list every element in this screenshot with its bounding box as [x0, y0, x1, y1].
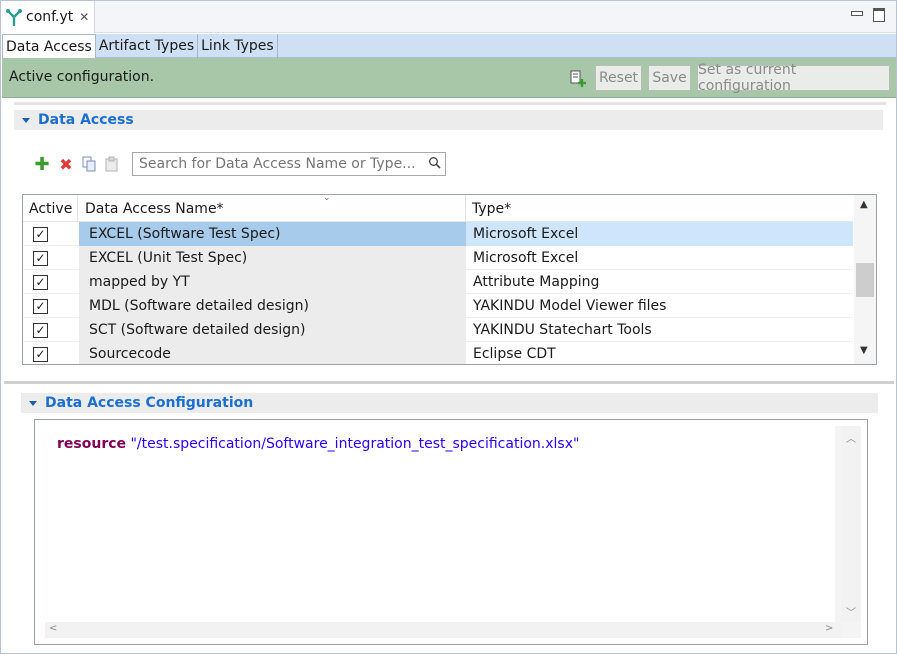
active-checkbox[interactable]: ✓ — [33, 226, 48, 242]
close-icon[interactable]: ✕ — [79, 10, 89, 24]
table-row[interactable]: ✓ MDL (Software detailed design) YAKINDU… — [23, 294, 853, 318]
section-sash[interactable] — [4, 381, 894, 384]
delete-icon[interactable]: ✖ — [58, 155, 74, 174]
active-checkbox[interactable]: ✓ — [33, 346, 48, 362]
name-cell: mapped by YT — [79, 270, 466, 294]
editor-tab-bar: conf.yt ✕ — [1, 1, 896, 33]
collapse-icon[interactable] — [29, 400, 37, 406]
editor-horizontal-scrollbar[interactable]: < > — [45, 622, 841, 638]
active-checkbox[interactable]: ✓ — [33, 298, 48, 314]
copy-icon[interactable] — [81, 156, 97, 172]
name-cell: Sourcecode — [79, 342, 466, 364]
type-cell: YAKINDU Statechart Tools — [473, 322, 652, 338]
editor-window: conf.yt ✕ Data Access Artifact Types Lin… — [0, 0, 897, 654]
page-tabs: Data Access Artifact Types Link Types — [2, 34, 896, 58]
editor-tab-label: conf.yt — [26, 9, 74, 25]
active-cell: ✓ — [23, 318, 58, 342]
scroll-up-icon[interactable]: ︿ — [846, 430, 856, 445]
scroll-up-icon[interactable]: ▲ — [860, 199, 868, 210]
sort-indicator-icon: ⌄ — [323, 194, 331, 203]
table-row[interactable]: ✓ Sourcecode Eclipse CDT — [23, 342, 853, 364]
active-cell: ✓ — [23, 342, 58, 364]
save-button[interactable]: Save — [648, 65, 691, 91]
type-cell: Eclipse CDT — [473, 346, 556, 362]
type-cell: YAKINDU Model Viewer files — [473, 298, 667, 314]
tab-link-types[interactable]: Link Types — [198, 34, 278, 58]
table-row[interactable]: ✓ SCT (Software detailed design) YAKINDU… — [23, 318, 853, 342]
code-keyword: resource — [57, 436, 127, 452]
paste-icon[interactable] — [104, 156, 120, 172]
scroll-down-icon[interactable]: ▼ — [860, 345, 868, 356]
active-cell: ✓ — [23, 294, 58, 318]
config-section-header[interactable]: Data Access Configuration — [21, 393, 878, 413]
table-vertical-scrollbar[interactable]: ▲ ▼ — [854, 195, 876, 364]
section-divider — [14, 102, 886, 105]
table-row[interactable]: ✓ EXCEL (Unit Test Spec) Microsoft Excel — [23, 246, 853, 270]
config-text-area[interactable]: resource "/test.specification/Software_i… — [45, 426, 835, 622]
set-current-configuration-button[interactable]: Set as current configuration — [697, 62, 890, 94]
column-header-name[interactable]: Data Access Name* ⌄ — [79, 195, 466, 222]
table-body: ✓ EXCEL (Software Test Spec) Microsoft E… — [23, 222, 853, 364]
tab-artifact-types[interactable]: Artifact Types — [96, 34, 199, 58]
column-header-active[interactable]: Active — [23, 195, 78, 222]
editor-vertical-scrollbar[interactable]: ︿ ﹀ — [841, 426, 861, 622]
scroll-right-icon[interactable]: > — [825, 623, 833, 634]
minimize-icon[interactable] — [850, 7, 863, 19]
status-banner: Active configuration. Reset Save Set as … — [2, 58, 896, 98]
status-text: Active configuration. — [9, 69, 155, 85]
name-cell: SCT (Software detailed design) — [79, 318, 466, 342]
active-cell: ✓ — [23, 222, 58, 246]
maximize-icon[interactable] — [872, 7, 885, 22]
column-header-type[interactable]: Type* — [466, 195, 853, 222]
column-header-name-label: Data Access Name* — [85, 200, 224, 217]
table-row[interactable]: ✓ EXCEL (Software Test Spec) Microsoft E… — [23, 222, 853, 246]
name-cell: EXCEL (Unit Test Spec) — [79, 246, 466, 270]
scroll-left-icon[interactable]: < — [49, 623, 57, 634]
data-access-table: Active Data Access Name* ⌄ Type* ✓ EXCEL… — [22, 194, 877, 365]
table-header: Active Data Access Name* ⌄ Type* — [23, 195, 853, 222]
scrollbar-thumb[interactable] — [856, 263, 874, 297]
active-checkbox[interactable]: ✓ — [33, 250, 48, 266]
code-line: resource "/test.specification/Software_i… — [57, 436, 579, 452]
collapse-icon[interactable] — [22, 117, 30, 123]
type-cell: Microsoft Excel — [466, 222, 853, 246]
active-checkbox[interactable]: ✓ — [33, 274, 48, 290]
active-cell: ✓ — [23, 246, 58, 270]
search-input[interactable] — [132, 152, 446, 176]
code-string: "/test.specification/Software_integratio… — [130, 436, 580, 452]
type-cell: Microsoft Excel — [473, 250, 579, 266]
yakindu-traceability-icon — [6, 9, 22, 26]
config-editor[interactable]: resource "/test.specification/Software_i… — [34, 419, 868, 645]
data-access-section-title: Data Access — [38, 112, 134, 128]
search-icon[interactable] — [428, 156, 442, 170]
active-checkbox[interactable]: ✓ — [33, 322, 48, 338]
tab-data-access[interactable]: Data Access — [2, 34, 96, 58]
data-access-section-header[interactable]: Data Access — [14, 110, 883, 130]
add-icon[interactable]: ✚ — [34, 154, 50, 175]
editor-tab-conf-yt[interactable]: conf.yt ✕ — [1, 1, 95, 33]
scroll-down-icon[interactable]: ﹀ — [846, 604, 856, 619]
active-cell: ✓ — [23, 270, 58, 294]
add-configuration-icon[interactable] — [569, 69, 589, 89]
type-cell: Attribute Mapping — [473, 274, 600, 290]
name-cell: EXCEL (Software Test Spec) — [79, 222, 466, 246]
reset-button[interactable]: Reset — [595, 65, 642, 91]
table-row[interactable]: ✓ mapped by YT Attribute Mapping — [23, 270, 853, 294]
name-cell: MDL (Software detailed design) — [79, 294, 466, 318]
config-section-title: Data Access Configuration — [45, 395, 254, 411]
